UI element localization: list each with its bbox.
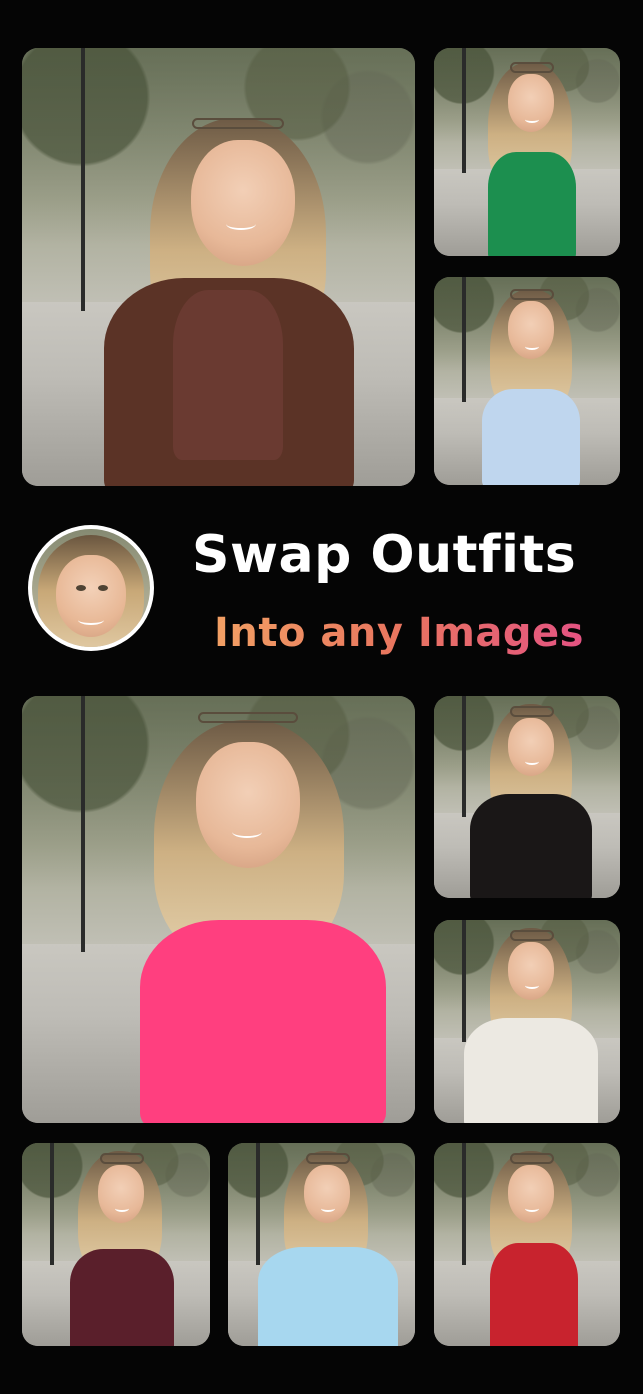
lamp-post <box>461 48 466 173</box>
smile <box>525 758 539 765</box>
outfit <box>470 794 592 898</box>
photo-card-brown-blazer[interactable] <box>22 48 415 486</box>
outfit <box>140 920 386 1123</box>
smile <box>525 343 539 350</box>
smile <box>525 1205 539 1212</box>
lamp-post <box>461 277 466 402</box>
sunglasses-icon <box>100 1153 144 1164</box>
lamp-post <box>461 1143 466 1265</box>
right-eye <box>98 585 108 591</box>
outfit <box>490 1243 578 1346</box>
smile <box>525 982 539 989</box>
lamp-post <box>80 48 85 311</box>
face <box>508 1165 554 1223</box>
sunglasses-icon <box>192 118 284 129</box>
headline-secondary: Into any Images <box>214 605 614 661</box>
face <box>508 942 554 1000</box>
sunglasses-icon <box>510 706 554 717</box>
smile <box>525 116 539 123</box>
headline-primary: Swap Outfits <box>192 525 577 585</box>
photo-card-light-blue-corset[interactable] <box>434 277 620 485</box>
photo-card-light-blue-ruffle-top[interactable] <box>228 1143 415 1346</box>
outfit-inner-top <box>173 290 283 460</box>
face <box>98 1165 144 1223</box>
face <box>191 140 295 266</box>
face <box>196 742 300 868</box>
face <box>508 301 554 359</box>
photo-card-white-cardigan[interactable] <box>434 920 620 1123</box>
face <box>508 718 554 776</box>
smile <box>321 1205 335 1212</box>
smile <box>226 218 256 230</box>
photo-card-floral-dress[interactable] <box>22 1143 210 1346</box>
left-eye <box>76 585 86 591</box>
outfit <box>482 389 580 485</box>
avatar-photo <box>32 529 150 647</box>
photo-card-green-dress[interactable] <box>434 48 620 256</box>
lamp-post <box>461 696 466 818</box>
photo-card-pink-dress[interactable] <box>22 696 415 1123</box>
outfit <box>464 1018 598 1123</box>
lamp-post <box>256 1143 261 1265</box>
sunglasses-icon <box>510 930 554 941</box>
sunglasses-icon <box>510 1153 554 1164</box>
outfit <box>70 1249 174 1346</box>
photo-card-red-dress[interactable] <box>434 1143 620 1346</box>
smile <box>232 826 262 838</box>
smile <box>115 1205 129 1212</box>
smile <box>78 615 104 625</box>
sunglasses-icon <box>510 62 554 73</box>
avatar <box>28 525 154 651</box>
outfit <box>258 1247 398 1346</box>
sunglasses-icon <box>510 289 554 300</box>
face <box>508 74 554 132</box>
lamp-post <box>50 1143 55 1265</box>
sunglasses-icon <box>306 1153 350 1164</box>
lamp-post <box>461 920 466 1042</box>
outfit <box>488 152 576 256</box>
sunglasses-icon <box>198 712 298 723</box>
photo-card-black-lace-top[interactable] <box>434 696 620 898</box>
face <box>304 1165 350 1223</box>
lamp-post <box>80 696 85 953</box>
